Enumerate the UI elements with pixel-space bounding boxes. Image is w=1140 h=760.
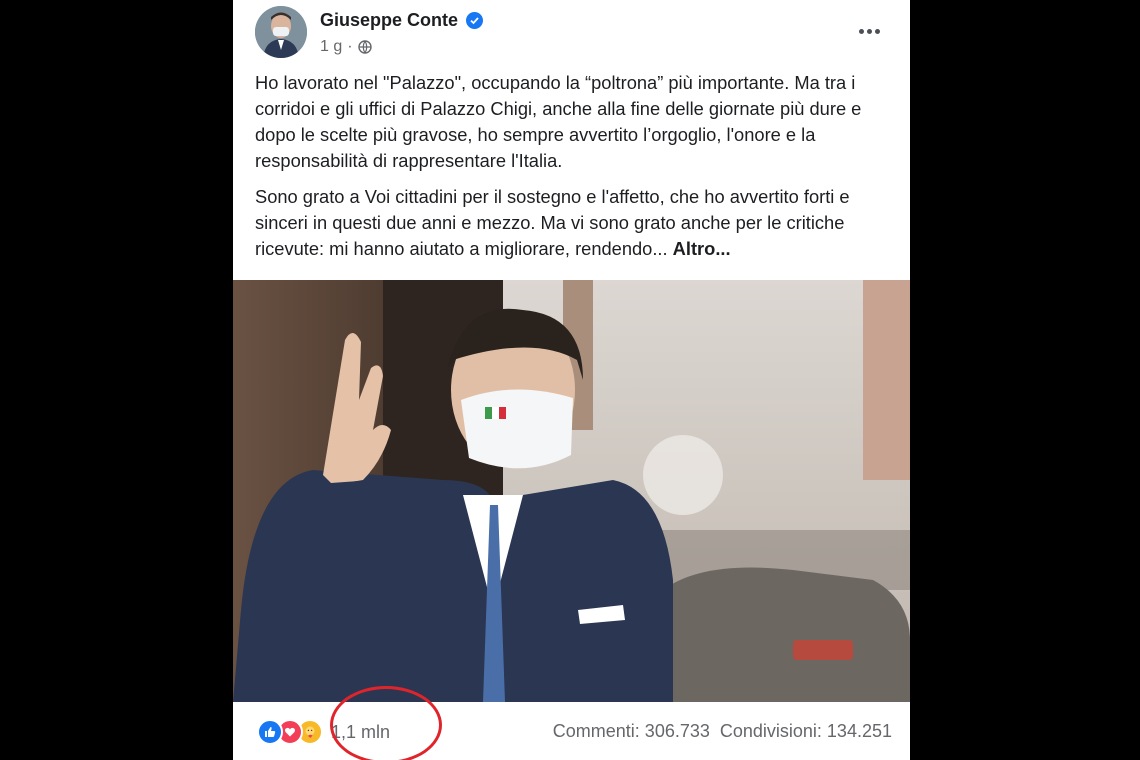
post-meta: 1 g · (320, 38, 372, 56)
screenshot-stage: Giuseppe Conte 1 g · Ho lavorato nel "Pa… (0, 0, 1140, 760)
comments-count[interactable]: Commenti: 306.733 (553, 721, 710, 742)
photo-illustration (233, 280, 910, 702)
post-header: Giuseppe Conte 1 g · (233, 0, 910, 64)
engagement-stats: Commenti: 306.733 Condivisioni: 134.251 (553, 721, 892, 742)
post-paragraph-2-text: Sono grato a Voi cittadini per il sosteg… (255, 186, 850, 259)
more-options-icon[interactable] (854, 16, 884, 46)
author-row: Giuseppe Conte (320, 10, 484, 31)
facebook-post: Giuseppe Conte 1 g · Ho lavorato nel "Pa… (233, 0, 910, 760)
like-icon (257, 719, 283, 745)
reaction-count: 1,1 mln (331, 721, 391, 742)
globe-icon (357, 40, 372, 54)
see-more-link[interactable]: Altro... (673, 238, 731, 259)
meta-separator: · (347, 38, 353, 55)
author-name[interactable]: Giuseppe Conte (320, 10, 458, 31)
post-paragraph-1: Ho lavorato nel "Palazzo", occupando la … (255, 72, 862, 171)
verified-badge-icon (466, 12, 484, 29)
avatar-image (255, 6, 307, 58)
post-footer: 1,1 mln Commenti: 306.733 Condivisioni: … (233, 702, 910, 760)
reactions-summary[interactable]: 1,1 mln (257, 719, 390, 745)
post-paragraph-2: Sono grato a Voi cittadini per il sosteg… (255, 184, 895, 262)
author-avatar[interactable] (255, 6, 307, 58)
post-body: Ho lavorato nel "Palazzo", occupando la … (255, 70, 895, 272)
post-photo[interactable] (233, 280, 910, 702)
post-timestamp[interactable]: 1 g (320, 38, 342, 56)
shares-count[interactable]: Condivisioni: 134.251 (720, 721, 892, 742)
